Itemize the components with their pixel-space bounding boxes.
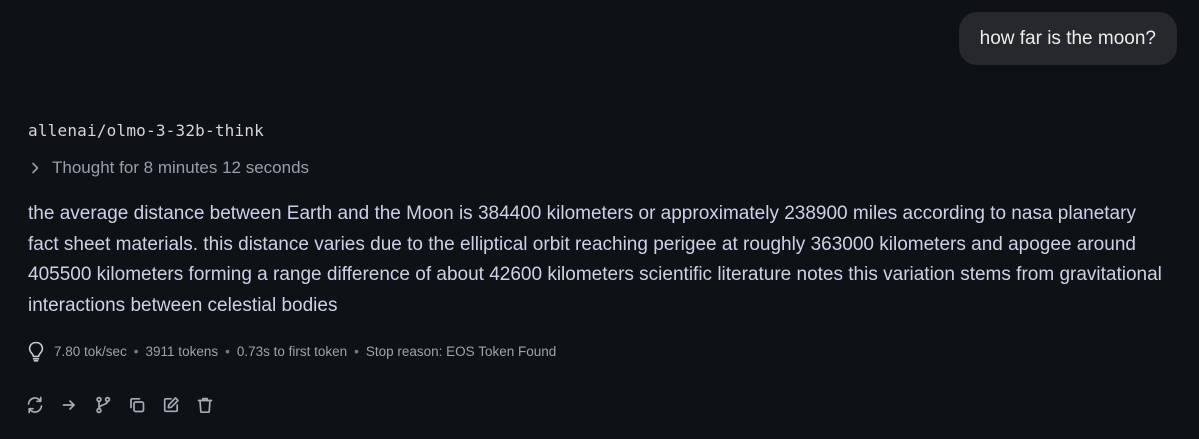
lightbulb-icon (28, 340, 46, 362)
copy-icon (130, 397, 145, 413)
assistant-response: the average distance between Earth and t… (28, 203, 1162, 316)
time-to-first-token: 0.73s to first token (236, 343, 348, 359)
regenerate-button[interactable] (24, 394, 46, 416)
regenerate-icon (27, 396, 43, 414)
branch-icon (96, 396, 111, 414)
model-name-label: allenai/olmo-3-32b-think (28, 121, 264, 140)
branch-button[interactable] (92, 394, 114, 416)
message-actions (24, 394, 228, 416)
delete-button[interactable] (194, 394, 216, 416)
token-count: 3911 tokens (145, 343, 219, 359)
stats-separator: • (133, 343, 139, 359)
chat-view: how far is the moon? allenai/olmo-3-32b-… (0, 0, 1199, 439)
chevron-right-icon (28, 161, 42, 175)
tok-per-sec: 7.80 tok/sec (54, 343, 127, 359)
delete-icon (197, 397, 213, 414)
edit-button[interactable] (160, 394, 182, 416)
user-message-bubble: how far is the moon? (958, 12, 1177, 65)
user-message-text: how far is the moon? (979, 27, 1156, 49)
continue-button[interactable] (58, 394, 80, 416)
stop-reason: Stop reason: EOS Token Found (365, 343, 557, 359)
edit-icon (163, 397, 179, 413)
thought-toggle[interactable]: Thought for 8 minutes 12 seconds (28, 158, 309, 178)
thought-label: Thought for 8 minutes 12 seconds (52, 158, 310, 177)
stats-separator: • (354, 343, 359, 359)
stats-separator: • (225, 343, 230, 359)
generation-stats: 7.80 tok/sec • 3911 tokens • 0.73s to fi… (28, 340, 556, 362)
copy-button[interactable] (126, 394, 148, 416)
continue-arrow-icon (62, 400, 75, 410)
